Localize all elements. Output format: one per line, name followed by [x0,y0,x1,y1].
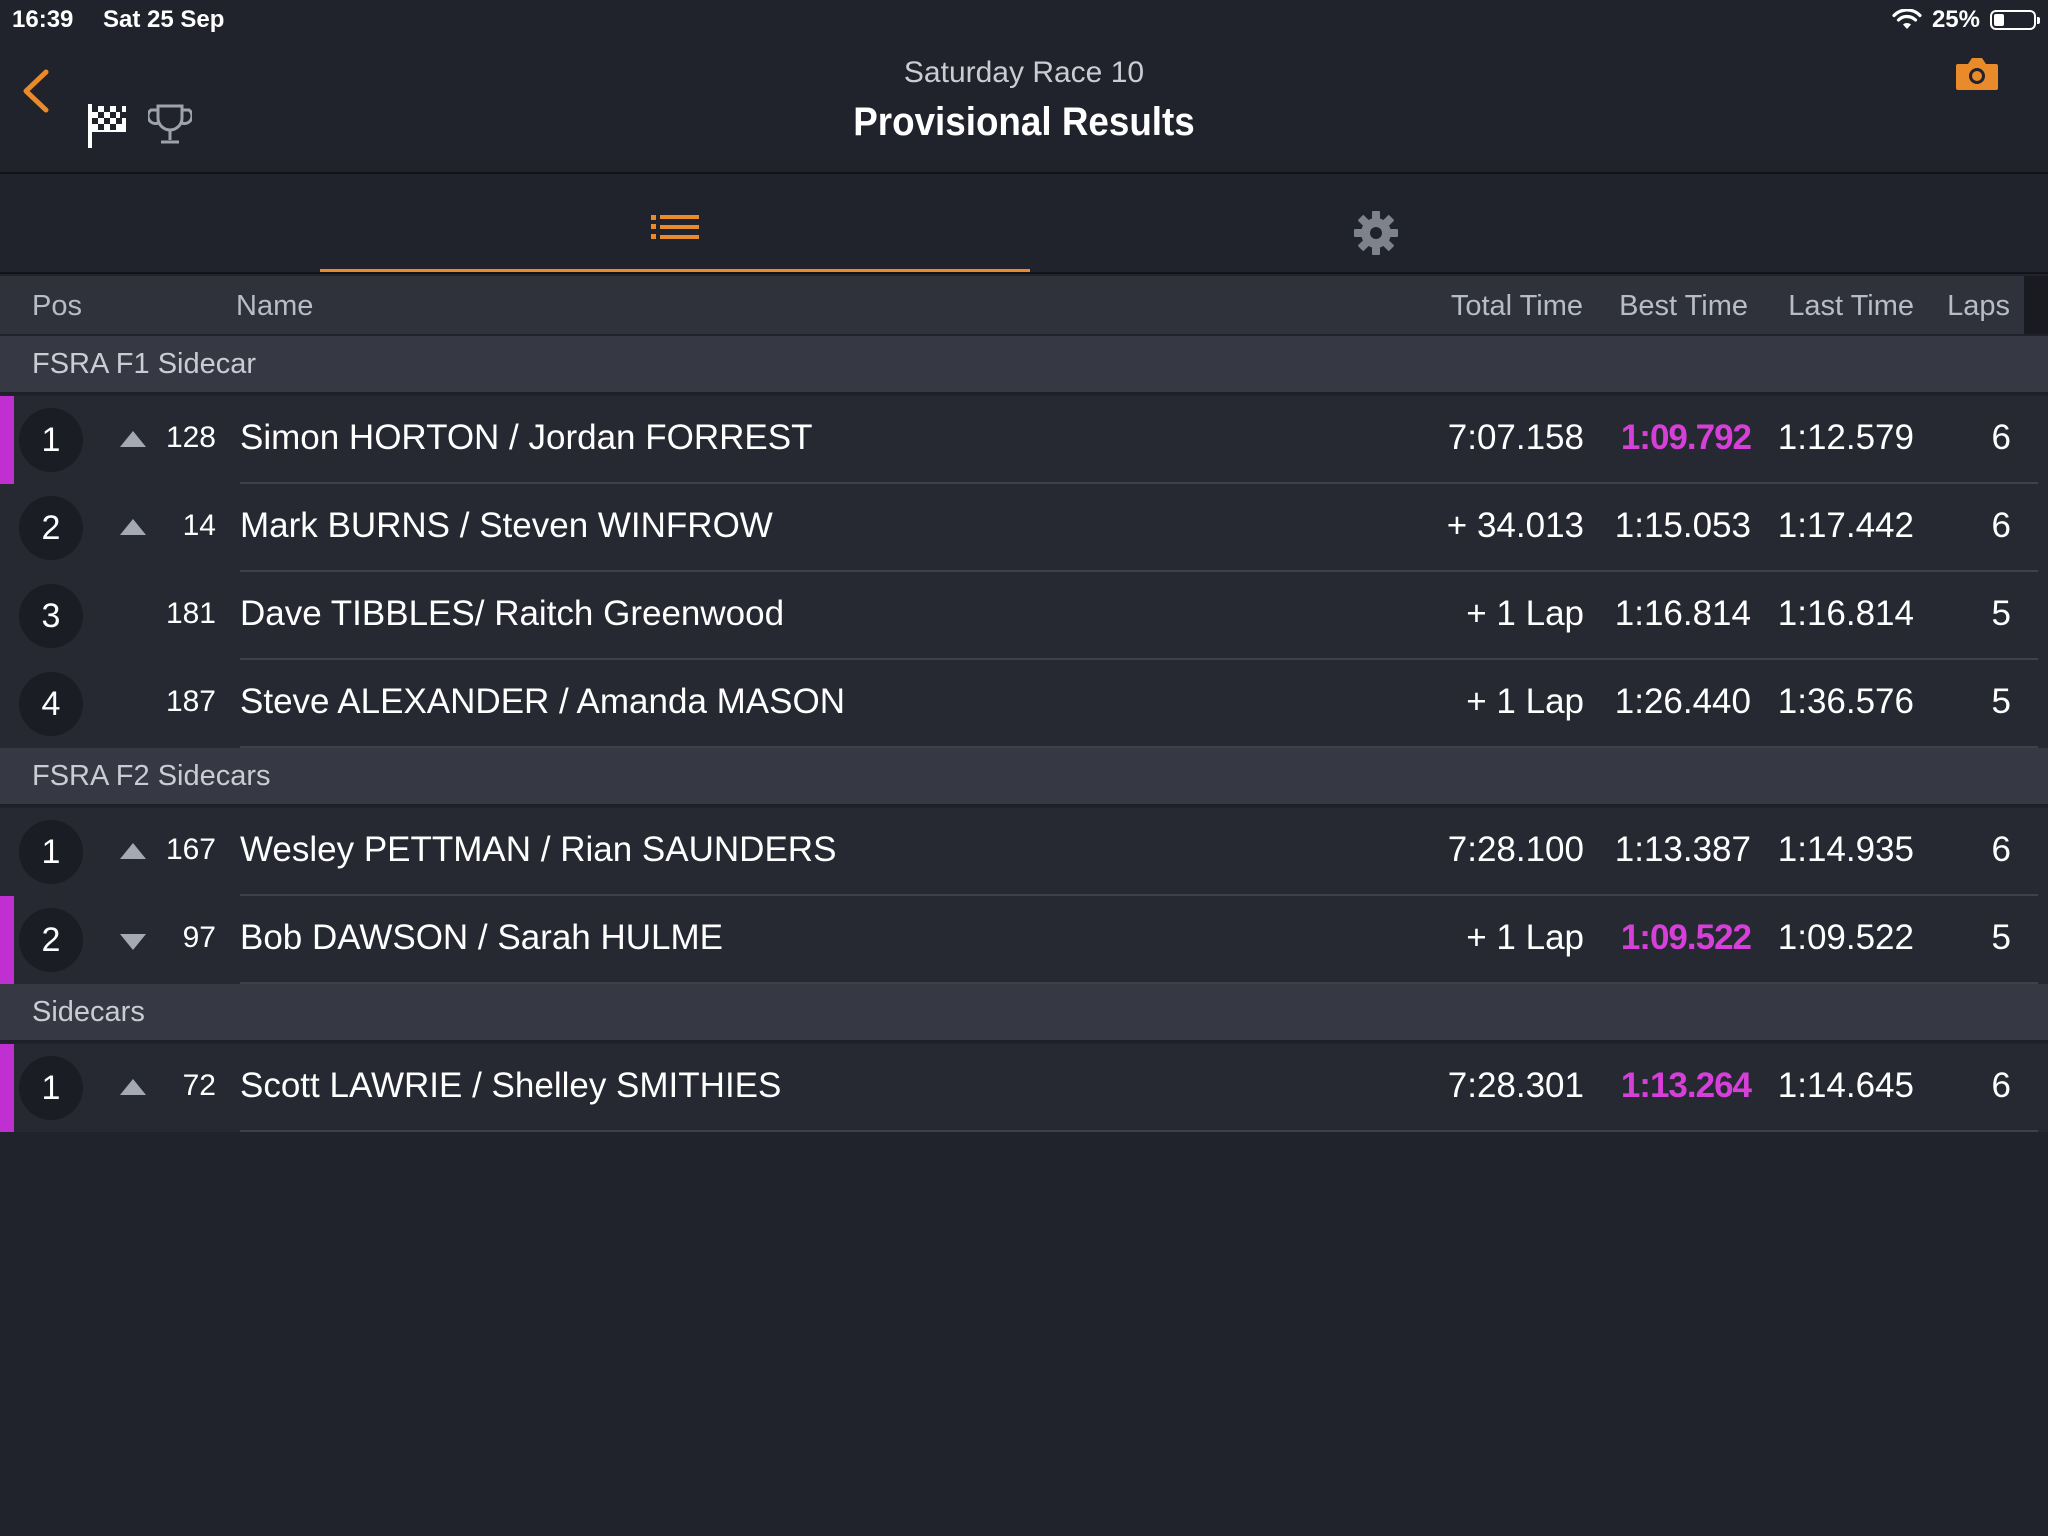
result-row[interactable]: 4 187 Steve ALEXANDER / Amanda MASON + 1 La… [0,660,2048,748]
tab-active-indicator [320,269,1030,272]
laps: 6 [1991,506,2011,545]
last-time: 1:16.814 [1777,594,1914,633]
race-number: 187 [165,685,216,718]
race-number: 181 [165,597,216,630]
column-header: Pos Name Total Time Best Time Last Time … [0,276,2048,334]
col-name[interactable]: Name [236,290,313,323]
race-number: 97 [182,921,216,954]
last-time: 1:09.522 [1777,918,1914,957]
tab-list[interactable] [320,176,1030,272]
last-time: 1:14.645 [1777,1066,1914,1105]
total-time: + 34.013 [1446,506,1584,545]
laps: 6 [1991,418,2011,457]
total-time: 7:07.158 [1447,418,1584,457]
gear-icon [1354,211,1398,255]
rider-names: Scott LAWRIE / Shelley SMITHIES [240,1066,782,1105]
col-pos[interactable]: Pos [32,290,82,323]
total-time: 7:28.301 [1447,1066,1584,1105]
rider-names: Bob DAWSON / Sarah HULME [240,918,724,957]
fastest-lap-marker [0,1044,14,1132]
last-time: 1:12.579 [1777,418,1914,457]
best-time: 1:09.522 [1620,918,1752,957]
best-time: 1:13.264 [1620,1066,1752,1105]
result-row[interactable]: 2 14 Mark BURNS / Steven WINFROW + 34.013 1:… [0,484,2048,572]
position-up-icon [120,843,146,859]
status-time: 16:39 [12,6,74,33]
section-header: Sidecars [0,984,2048,1042]
scrollbar-track[interactable] [2024,276,2048,334]
rider-names: Dave TIBBLES/ Raitch Greenwood [240,594,785,633]
result-row[interactable]: 1 167 Wesley PETTMAN / Rian SAUNDERS 7:28.1… [0,808,2048,896]
battery-icon [1990,10,2040,30]
laps: 5 [1991,682,2011,721]
col-last-time[interactable]: Last Time [1788,290,1914,323]
page-title: Provisional Results [853,100,1195,144]
position-up-icon [120,431,146,447]
total-time: + 1 Lap [1466,594,1584,633]
total-time: 7:28.100 [1447,830,1584,869]
position-badge: 2 [19,908,83,972]
tab-settings[interactable] [1030,176,1722,272]
best-time: 1:16.814 [1614,594,1751,633]
battery-fill [1994,14,2004,26]
laps: 6 [1991,830,2011,869]
section-title: FSRA F1 Sidecar [32,348,257,380]
last-time: 1:14.935 [1777,830,1914,869]
result-row[interactable]: 1 128 Simon HORTON / Jordan FORREST 7:07.15… [0,396,2048,484]
list-icon [651,215,699,239]
wifi-icon [1892,9,1922,29]
col-best-time[interactable]: Best Time [1619,290,1748,323]
tab-bar [0,176,2048,274]
rider-names: Mark BURNS / Steven WINFROW [240,506,773,545]
position-badge: 2 [19,496,83,560]
col-laps[interactable]: Laps [1947,290,2010,323]
race-number: 128 [165,421,216,454]
laps: 6 [1991,1066,2011,1105]
row-divider [240,1130,2038,1132]
position-up-icon [120,519,146,535]
camera-icon[interactable] [1954,54,2000,94]
laps: 5 [1991,594,2011,633]
last-time: 1:36.576 [1777,682,1914,721]
section-header: FSRA F2 Sidecars [0,748,2048,806]
status-date: Sat 25 Sep [103,6,225,33]
position-badge: 1 [19,820,83,884]
laps: 5 [1991,918,2011,957]
col-total-time[interactable]: Total Time [1451,290,1583,323]
section-title: Sidecars [32,996,145,1028]
total-time: + 1 Lap [1466,682,1584,721]
rider-names: Simon HORTON / Jordan FORREST [240,418,813,457]
last-time: 1:17.442 [1777,506,1914,545]
best-time: 1:13.387 [1614,830,1751,869]
section-title: FSRA F2 Sidecars [32,760,271,792]
header: Saturday Race 10 Provisional Results [0,40,2048,174]
result-row[interactable]: 3 181 Dave TIBBLES/ Raitch Greenwood + 1 La… [0,572,2048,660]
rider-names: Wesley PETTMAN / Rian SAUNDERS [240,830,837,869]
race-subtitle: Saturday Race 10 [903,56,1145,89]
section-header: FSRA F1 Sidecar [0,336,2048,394]
fastest-lap-marker [0,896,14,984]
result-row[interactable]: 2 97 Bob DAWSON / Sarah HULME + 1 Lap 1:09.5… [0,896,2048,984]
position-badge: 1 [19,408,83,472]
status-right: 25% [1892,6,2040,34]
race-number: 72 [182,1069,216,1102]
position-badge: 3 [19,584,83,648]
best-time: 1:26.440 [1614,682,1751,721]
position-down-icon [120,934,146,950]
battery-percent: 25% [1931,6,1980,33]
position-up-icon [120,1079,146,1095]
rider-names: Steve ALEXANDER / Amanda MASON [240,682,845,721]
best-time: 1:09.792 [1620,418,1752,457]
fastest-lap-marker [0,396,14,484]
race-number: 14 [182,509,216,542]
best-time: 1:15.053 [1614,506,1751,545]
position-badge: 1 [19,1056,83,1120]
status-bar: 16:39 Sat 25 Sep 25% [0,0,2048,40]
result-row[interactable]: 1 72 Scott LAWRIE / Shelley SMITHIES 7:28.3… [0,1044,2048,1132]
race-number: 167 [165,833,216,866]
total-time: + 1 Lap [1466,918,1584,957]
position-badge: 4 [19,672,83,736]
